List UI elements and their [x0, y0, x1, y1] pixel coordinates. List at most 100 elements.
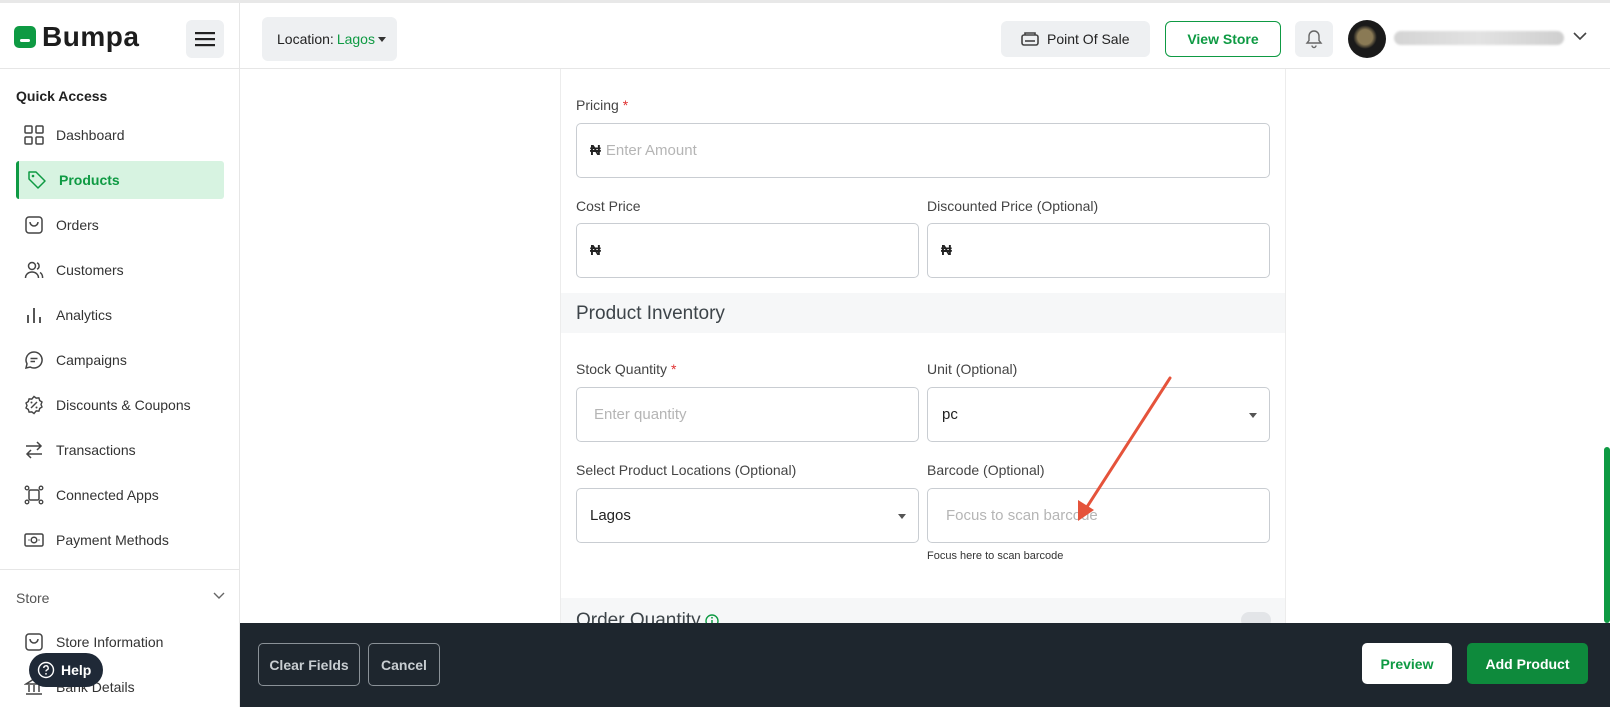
tag-icon	[28, 171, 46, 189]
stock-quantity-placeholder: Enter quantity	[594, 406, 687, 423]
barcode-input[interactable]: Focus to scan barcode	[927, 488, 1270, 543]
naira-symbol: ₦	[590, 242, 601, 259]
scrollbar-thumb[interactable]	[1604, 447, 1610, 623]
location-selector[interactable]: Location: Lagos	[262, 17, 397, 61]
logo-mark-icon	[14, 26, 36, 48]
sidebar-item-label: Products	[59, 172, 120, 188]
locations-label: Select Product Locations (Optional)	[576, 462, 797, 478]
sidebar-item-dashboard[interactable]: Dashboard	[16, 116, 224, 154]
sidebar-item-label: Discounts & Coupons	[56, 397, 191, 413]
naira-symbol: ₦	[941, 242, 952, 259]
sidebar-item-label: Transactions	[56, 442, 136, 458]
store-section-title[interactable]: Store	[16, 590, 49, 606]
order-quantity-toggle[interactable]	[1241, 612, 1271, 623]
location-value: Lagos	[336, 31, 375, 47]
barcode-placeholder: Focus to scan barcode	[946, 507, 1098, 524]
sidebar-item-label: Store Information	[56, 634, 164, 650]
users-icon	[24, 261, 44, 279]
required-mark: *	[670, 361, 677, 377]
question-circle-icon	[37, 661, 55, 679]
logo-text: Bumpa	[42, 21, 140, 52]
point-of-sale-button[interactable]: Point Of Sale	[1001, 21, 1150, 57]
sidebar-item-label: Dashboard	[56, 127, 125, 143]
cancel-button[interactable]: Cancel	[368, 643, 440, 686]
sidebar-item-label: Orders	[56, 217, 99, 233]
chat-icon	[24, 351, 43, 370]
clear-fields-button[interactable]: Clear Fields	[258, 643, 360, 686]
bumpa-logo[interactable]: Bumpa	[14, 21, 139, 53]
pos-terminal-icon	[1021, 32, 1039, 46]
bar-chart-icon	[27, 308, 41, 323]
header-divider	[239, 3, 240, 72]
menu-toggle-button[interactable]	[186, 20, 224, 58]
user-name-blurred	[1394, 31, 1564, 45]
naira-symbol: ₦	[590, 142, 601, 159]
caret-down-icon	[377, 36, 386, 42]
barcode-helper-text: Focus here to scan barcode	[927, 550, 1064, 562]
pricing-input[interactable]: ₦ Enter Amount	[576, 123, 1270, 178]
inventory-title: Product Inventory	[576, 303, 725, 324]
product-form: Pricing * ₦ Enter Amount Cost Price ₦ Di…	[560, 69, 1286, 623]
sidebar-item-label: Payment Methods	[56, 532, 169, 548]
money-icon	[24, 533, 44, 547]
stock-quantity-label: Stock Quantity *	[576, 361, 676, 377]
locations-select[interactable]: Lagos	[576, 488, 919, 543]
cost-price-label: Cost Price	[576, 198, 641, 214]
pricing-label: Pricing *	[576, 97, 628, 113]
hamburger-icon	[195, 32, 215, 47]
chevron-down-icon[interactable]	[212, 590, 226, 600]
bell-icon	[1305, 30, 1323, 49]
info-icon[interactable]	[704, 614, 719, 623]
caret-down-icon	[1249, 412, 1257, 418]
unit-select[interactable]: pc	[927, 387, 1270, 442]
unit-value: pc	[942, 406, 958, 423]
sidebar-item-discounts[interactable]: Discounts & Coupons	[16, 386, 224, 424]
sidebar: Quick Access Dashboard Products Orders C…	[0, 69, 240, 707]
sidebar-item-label: Connected Apps	[56, 487, 159, 503]
sidebar-item-label: Customers	[56, 262, 124, 278]
pricing-label-text: Pricing	[576, 97, 619, 113]
unit-label: Unit (Optional)	[927, 361, 1018, 377]
stock-quantity-input[interactable]: Enter quantity	[576, 387, 919, 442]
order-quantity-title-text: Order Quantity	[576, 610, 701, 623]
view-store-button[interactable]: View Store	[1165, 21, 1281, 57]
caret-down-icon	[898, 513, 906, 519]
cost-price-input[interactable]: ₦	[576, 223, 919, 278]
form-action-bar: Clear Fields Cancel Preview Add Product	[240, 623, 1610, 707]
apps-icon	[24, 485, 44, 505]
sidebar-item-transactions[interactable]: Transactions	[16, 431, 224, 469]
help-label: Help	[61, 662, 92, 678]
sidebar-item-products[interactable]: Products	[16, 161, 224, 199]
barcode-label: Barcode (Optional)	[927, 462, 1045, 478]
inventory-section-header: Product Inventory	[561, 293, 1285, 333]
quick-access-title: Quick Access	[16, 88, 108, 104]
order-quantity-section-header: Order Quantity	[561, 598, 1285, 623]
user-avatar[interactable]	[1348, 20, 1386, 58]
add-product-button[interactable]: Add Product	[1467, 643, 1588, 684]
sidebar-item-campaigns[interactable]: Campaigns	[16, 341, 224, 379]
required-mark: *	[622, 97, 629, 113]
bag-icon	[25, 216, 43, 234]
point-of-sale-label: Point Of Sale	[1047, 31, 1130, 47]
discount-badge-icon	[25, 395, 43, 415]
order-quantity-title: Order Quantity	[576, 610, 719, 623]
pricing-placeholder: Enter Amount	[605, 142, 697, 159]
sidebar-item-orders[interactable]: Orders	[16, 206, 224, 244]
preview-button[interactable]: Preview	[1362, 643, 1452, 684]
locations-value: Lagos	[590, 507, 631, 524]
sidebar-item-payment-methods[interactable]: Payment Methods	[16, 521, 224, 559]
sidebar-item-label: Campaigns	[56, 352, 127, 368]
sidebar-divider	[0, 569, 239, 570]
sidebar-item-label: Analytics	[56, 307, 113, 323]
sidebar-item-connected-apps[interactable]: Connected Apps	[16, 476, 224, 514]
top-bar: Bumpa Location: Lagos Point Of Sale View…	[0, 0, 1610, 72]
discounted-price-label: Discounted Price (Optional)	[927, 198, 1099, 214]
chevron-down-icon[interactable]	[1573, 31, 1587, 41]
notifications-button[interactable]	[1295, 21, 1333, 57]
discounted-price-input[interactable]: ₦	[927, 223, 1270, 278]
help-button[interactable]: Help	[29, 653, 103, 687]
swap-icon	[25, 441, 43, 459]
sidebar-item-customers[interactable]: Customers	[16, 251, 224, 289]
sidebar-item-analytics[interactable]: Analytics	[16, 296, 224, 334]
bag-icon	[25, 633, 43, 651]
